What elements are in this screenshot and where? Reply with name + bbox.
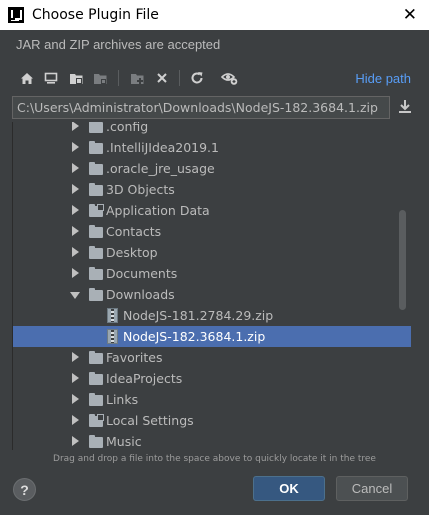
tree-folder-row[interactable]: Downloads <box>13 284 411 305</box>
tree-folder-row[interactable]: IdeaProjects <box>13 368 411 389</box>
tree-item-label: NodeJS-181.2784.29.zip <box>123 308 274 323</box>
hide-path-link[interactable]: Hide path <box>355 71 411 86</box>
expand-arrow-icon[interactable] <box>72 436 79 446</box>
file-tree[interactable]: .config .IntelliJIdea2019.1 .oracle_jre_us… <box>12 122 411 450</box>
intellij-app-icon <box>8 7 24 23</box>
tree-file-row[interactable]: NodeJS-182.3684.1.zip <box>13 326 411 347</box>
folder-link-icon <box>89 204 104 217</box>
show-hidden-icon[interactable] <box>220 69 238 87</box>
expand-arrow-icon[interactable] <box>72 142 79 152</box>
tree-item-label: 3D Objects <box>106 182 175 197</box>
tree-item-label: Desktop <box>106 245 158 260</box>
zip-archive-icon <box>107 308 118 323</box>
collapse-arrow-icon[interactable] <box>70 292 80 299</box>
tree-folder-row[interactable]: .IntelliJIdea2019.1 <box>13 137 411 158</box>
expand-arrow-icon[interactable] <box>72 163 79 173</box>
file-chooser-toolbar: Hide path <box>12 66 429 92</box>
folder-icon <box>89 246 103 259</box>
project-folder-icon[interactable] <box>67 69 85 87</box>
folder-icon <box>89 183 103 196</box>
expand-arrow-icon[interactable] <box>72 268 79 278</box>
tree-item-label: Documents <box>106 266 178 281</box>
folder-icon <box>89 288 103 301</box>
folder-icon <box>89 267 103 280</box>
folder-icon <box>89 393 103 406</box>
tree-folder-row[interactable]: Local Settings <box>13 410 411 431</box>
expand-arrow-icon[interactable] <box>72 226 79 236</box>
delete-icon[interactable] <box>153 69 171 87</box>
home-icon[interactable] <box>18 69 36 87</box>
expand-arrow-icon[interactable] <box>72 205 79 215</box>
tree-folder-row[interactable]: Application Data <box>13 200 411 221</box>
tree-item-label: Favorites <box>106 350 163 365</box>
tree-folder-row[interactable]: Music <box>13 431 411 450</box>
folder-icon <box>89 122 103 133</box>
expand-arrow-icon[interactable] <box>72 373 79 383</box>
tree-folder-row[interactable]: 3D Objects <box>13 179 411 200</box>
dialog-description: JAR and ZIP archives are accepted <box>16 37 221 52</box>
folder-icon <box>89 372 103 385</box>
new-folder-icon[interactable] <box>128 69 146 87</box>
tree-scrollbar[interactable] <box>399 210 406 310</box>
refresh-icon[interactable] <box>188 69 206 87</box>
drag-drop-hint: Drag and drop a file into the space abov… <box>53 454 376 464</box>
zip-archive-icon <box>107 329 118 344</box>
expand-arrow-icon[interactable] <box>72 247 79 257</box>
expand-arrow-icon[interactable] <box>72 352 79 362</box>
tree-item-label: IdeaProjects <box>106 371 183 386</box>
folder-icon <box>89 162 103 175</box>
cancel-button[interactable]: Cancel <box>336 476 408 501</box>
title-bar: Choose Plugin File ✕ <box>0 0 429 30</box>
tree-folder-row[interactable]: Desktop <box>13 242 411 263</box>
ok-button[interactable]: OK <box>253 476 325 501</box>
expand-arrow-icon[interactable] <box>72 415 79 425</box>
tree-folder-row[interactable]: Contacts <box>13 221 411 242</box>
expand-arrow-icon[interactable] <box>72 184 79 194</box>
help-button[interactable]: ? <box>13 478 36 501</box>
tree-item-label: Application Data <box>106 203 210 218</box>
tree-item-label: Music <box>106 434 142 449</box>
tree-item-label: .config <box>106 122 149 134</box>
tree-folder-row[interactable]: Links <box>13 389 411 410</box>
tree-folder-row[interactable]: .config <box>13 122 411 137</box>
folder-icon <box>89 351 103 364</box>
tree-item-label: Contacts <box>106 224 162 239</box>
tree-folder-row[interactable]: .oracle_jre_usage <box>13 158 411 179</box>
tree-item-label: Local Settings <box>106 413 194 428</box>
path-field[interactable]: C:\Users\Administrator\Downloads\NodeJS-… <box>12 96 390 119</box>
window-title: Choose Plugin File <box>32 7 159 23</box>
tree-item-label: Links <box>106 392 139 407</box>
desktop-icon[interactable] <box>42 69 60 87</box>
tree-item-label: .IntelliJIdea2019.1 <box>106 140 219 155</box>
download-icon[interactable] <box>398 99 414 116</box>
expand-arrow-icon[interactable] <box>72 122 79 131</box>
tree-file-row[interactable]: NodeJS-181.2784.29.zip <box>13 305 411 326</box>
expand-arrow-icon[interactable] <box>72 394 79 404</box>
tree-item-label: NodeJS-182.3684.1.zip <box>123 329 266 344</box>
close-icon[interactable]: ✕ <box>403 5 417 25</box>
path-row: C:\Users\Administrator\Downloads\NodeJS-… <box>12 96 418 119</box>
tree-item-label: Downloads <box>106 287 175 302</box>
toolbar-separator <box>179 70 180 86</box>
toolbar-separator <box>118 70 119 86</box>
module-folder-icon[interactable] <box>91 69 109 87</box>
folder-icon <box>89 435 103 448</box>
tree-folder-row[interactable]: Documents <box>13 263 411 284</box>
tree-folder-row[interactable]: Favorites <box>13 347 411 368</box>
folder-link-icon <box>89 414 104 427</box>
folder-icon <box>89 225 103 238</box>
tree-item-label: .oracle_jre_usage <box>106 161 215 176</box>
folder-icon <box>89 141 103 154</box>
